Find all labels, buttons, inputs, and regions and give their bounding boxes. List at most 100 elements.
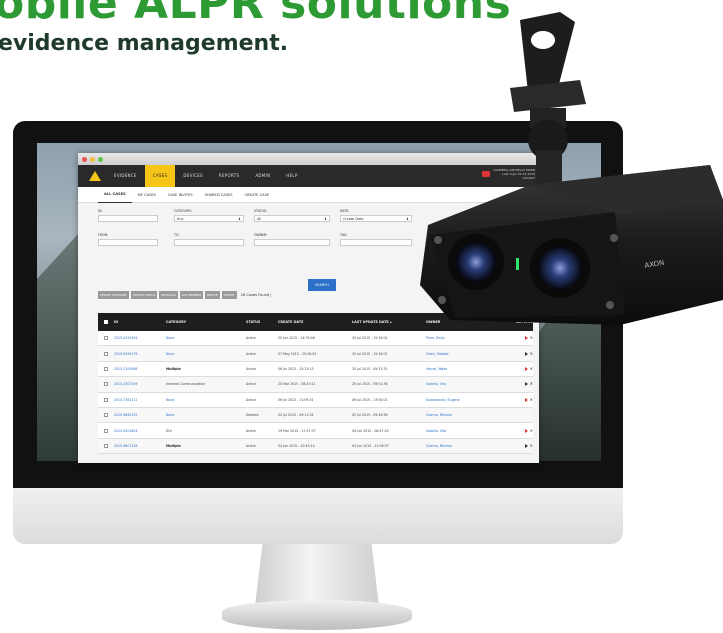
case-category[interactable]: None <box>166 398 246 402</box>
close-icon[interactable]: ✕ <box>530 366 533 371</box>
row-checkbox[interactable] <box>104 443 108 448</box>
share-icon[interactable] <box>524 428 528 433</box>
to-label: TO: <box>174 233 180 237</box>
header-id[interactable]: ID <box>114 320 166 324</box>
share-icon[interactable] <box>524 382 528 387</box>
case-owner[interactable]: Guerna, Michela <box>426 444 502 448</box>
reassign-button[interactable]: REASSIGN <box>159 291 178 299</box>
tab-all-cases[interactable]: ALL CASES <box>98 186 132 203</box>
maximize-dot-icon[interactable] <box>98 156 103 162</box>
row-actions: ✕ <box>502 366 533 371</box>
table-row[interactable]: 2015-4201804 DUI Active 19 Mar 2015 - 17:57… <box>98 423 533 439</box>
table-row[interactable]: 2015-9890125 None Deleted 02 Jul 2015 - 09:… <box>98 407 533 424</box>
bulk-action-bar: UPDATE CATEGORY UPDATE STATUS REASSIGN ADD … <box>98 291 272 299</box>
select-all-checkbox[interactable] <box>104 320 108 324</box>
status-label: STATUS: <box>254 209 268 213</box>
mounting-bracket <box>510 12 586 112</box>
case-category[interactable]: None <box>166 352 246 356</box>
case-id-link[interactable]: 2015-3105988 <box>114 367 166 371</box>
case-id-link[interactable]: 2015-4201804 <box>114 429 166 433</box>
chevron-down-icon: ⬍ <box>238 217 241 221</box>
category-select[interactable]: Any ⬍ <box>174 215 244 222</box>
share-icon[interactable] <box>524 397 528 402</box>
status-led-icon <box>516 258 519 270</box>
case-id-link[interactable]: 2015-6395179 <box>114 352 166 356</box>
id-label: ID: <box>98 209 103 213</box>
case-id-link[interactable]: 2015-9807126 <box>114 444 166 448</box>
case-owner[interactable]: Guerna, Michela <box>426 413 502 417</box>
owner-input[interactable] <box>254 239 330 246</box>
header-create-date[interactable]: CREATE DATE <box>278 320 352 324</box>
update-status-button[interactable]: UPDATE STATUS <box>130 291 158 299</box>
category-value: Any <box>177 217 184 221</box>
nav-item-evidence[interactable]: EVIDENCE <box>106 165 145 187</box>
share-icon[interactable] <box>524 443 528 448</box>
row-checkbox[interactable] <box>104 382 108 387</box>
nav-item-admin[interactable]: ADMIN <box>247 165 278 187</box>
id-input[interactable] <box>98 215 158 222</box>
nav-items: EVIDENCE CASES DEVICES REPORTS ADMIN HELP <box>106 165 306 187</box>
case-category[interactable]: None <box>166 413 246 417</box>
subheadline: evidence management. <box>0 31 289 56</box>
row-checkbox[interactable] <box>104 413 108 418</box>
case-last-update-date: 06 Jul 2015 - 13:00:01 <box>352 397 388 402</box>
tab-case-invites[interactable]: CASE INVITES <box>162 187 199 203</box>
tag-input[interactable] <box>340 239 412 246</box>
left-lens <box>448 234 504 290</box>
case-last-update-date: 20 Jul 2015 - 09:31:31 <box>352 366 388 371</box>
row-checkbox[interactable] <box>104 336 108 341</box>
tab-my-cases[interactable]: MY CASES <box>132 187 162 203</box>
case-create-date: 02 Jul 2015 - 09:11:34 <box>278 413 314 418</box>
case-id-link[interactable]: 2015-4320394 <box>114 336 166 340</box>
search-button[interactable]: SEARCH <box>308 279 336 291</box>
case-owner[interactable]: Hamel, Wade <box>426 367 502 371</box>
update-category-button[interactable]: UPDATE CATEGORY <box>98 291 129 299</box>
header-category[interactable]: CATEGORY <box>166 320 246 324</box>
case-id-link[interactable]: 2015-9890125 <box>114 413 166 417</box>
export-button[interactable]: EXPORT <box>221 291 237 299</box>
close-icon[interactable]: ✕ <box>530 397 533 402</box>
case-owner[interactable]: Sabella, Vito <box>426 429 502 433</box>
share-icon[interactable] <box>524 366 528 371</box>
table-row[interactable]: 2015-3105988 Multiple Active 06 Jul 2015 - … <box>98 361 533 378</box>
status-select[interactable]: All ⬍ <box>254 215 330 222</box>
table-row[interactable]: 2015-7381111 None Active 06 Jul 2015 - 11:0… <box>98 392 533 408</box>
case-category[interactable]: None <box>166 336 246 340</box>
nav-item-help[interactable]: HELP <box>278 165 305 187</box>
case-owner[interactable]: Sabella, Vito <box>426 382 502 386</box>
delete-button[interactable]: DELETE <box>204 291 220 299</box>
add-member-button[interactable]: ADD MEMBER <box>179 291 203 299</box>
tab-shared-cases[interactable]: SHARED CASES <box>199 187 239 203</box>
case-owner[interactable]: Kolosvansky, Eugene <box>426 398 502 402</box>
app-logo[interactable] <box>84 165 106 187</box>
row-select-cell <box>98 397 114 402</box>
close-icon[interactable]: ✕ <box>530 382 533 386</box>
case-create-date: 06 Jul 2015 - 11:09:31 <box>278 397 314 402</box>
tab-create-case[interactable]: CREATE CASE <box>239 187 276 203</box>
case-status: Active <box>246 336 256 341</box>
case-create-date: 20 Jun 2015 - 14:33:46 <box>278 336 315 341</box>
header-status[interactable]: STATUS <box>246 320 278 324</box>
row-actions: ✕ <box>502 382 533 387</box>
to-date-input[interactable] <box>174 239 244 246</box>
row-checkbox[interactable] <box>104 366 108 371</box>
table-row[interactable]: 2015-4307209 Immoral Communication Active 2… <box>98 377 533 393</box>
nav-item-cases[interactable]: CASES <box>144 165 176 187</box>
nav-item-devices[interactable]: DEVICES <box>175 165 210 187</box>
minimize-dot-icon[interactable] <box>90 156 95 162</box>
close-icon[interactable]: ✕ <box>530 443 533 448</box>
close-dot-icon[interactable] <box>82 156 87 162</box>
table-row[interactable]: 2015-9807126 Multiple Active 04 Jun 2015 - … <box>98 438 533 455</box>
date-type-select[interactable]: Create Date ⬍ <box>340 215 412 222</box>
alpr-camera-image: AXON <box>420 12 723 325</box>
case-id-link[interactable]: 2015-7381111 <box>114 398 166 402</box>
case-id-link[interactable]: 2015-4307209 <box>114 382 166 386</box>
nav-item-reports[interactable]: REPORTS <box>211 165 247 187</box>
row-checkbox[interactable] <box>104 351 108 356</box>
close-icon[interactable]: ✕ <box>530 428 533 433</box>
from-date-input[interactable] <box>98 239 158 246</box>
row-select-cell <box>98 413 114 418</box>
logo-triangle-icon <box>89 171 101 181</box>
row-checkbox[interactable] <box>104 428 108 433</box>
row-checkbox[interactable] <box>104 397 108 402</box>
